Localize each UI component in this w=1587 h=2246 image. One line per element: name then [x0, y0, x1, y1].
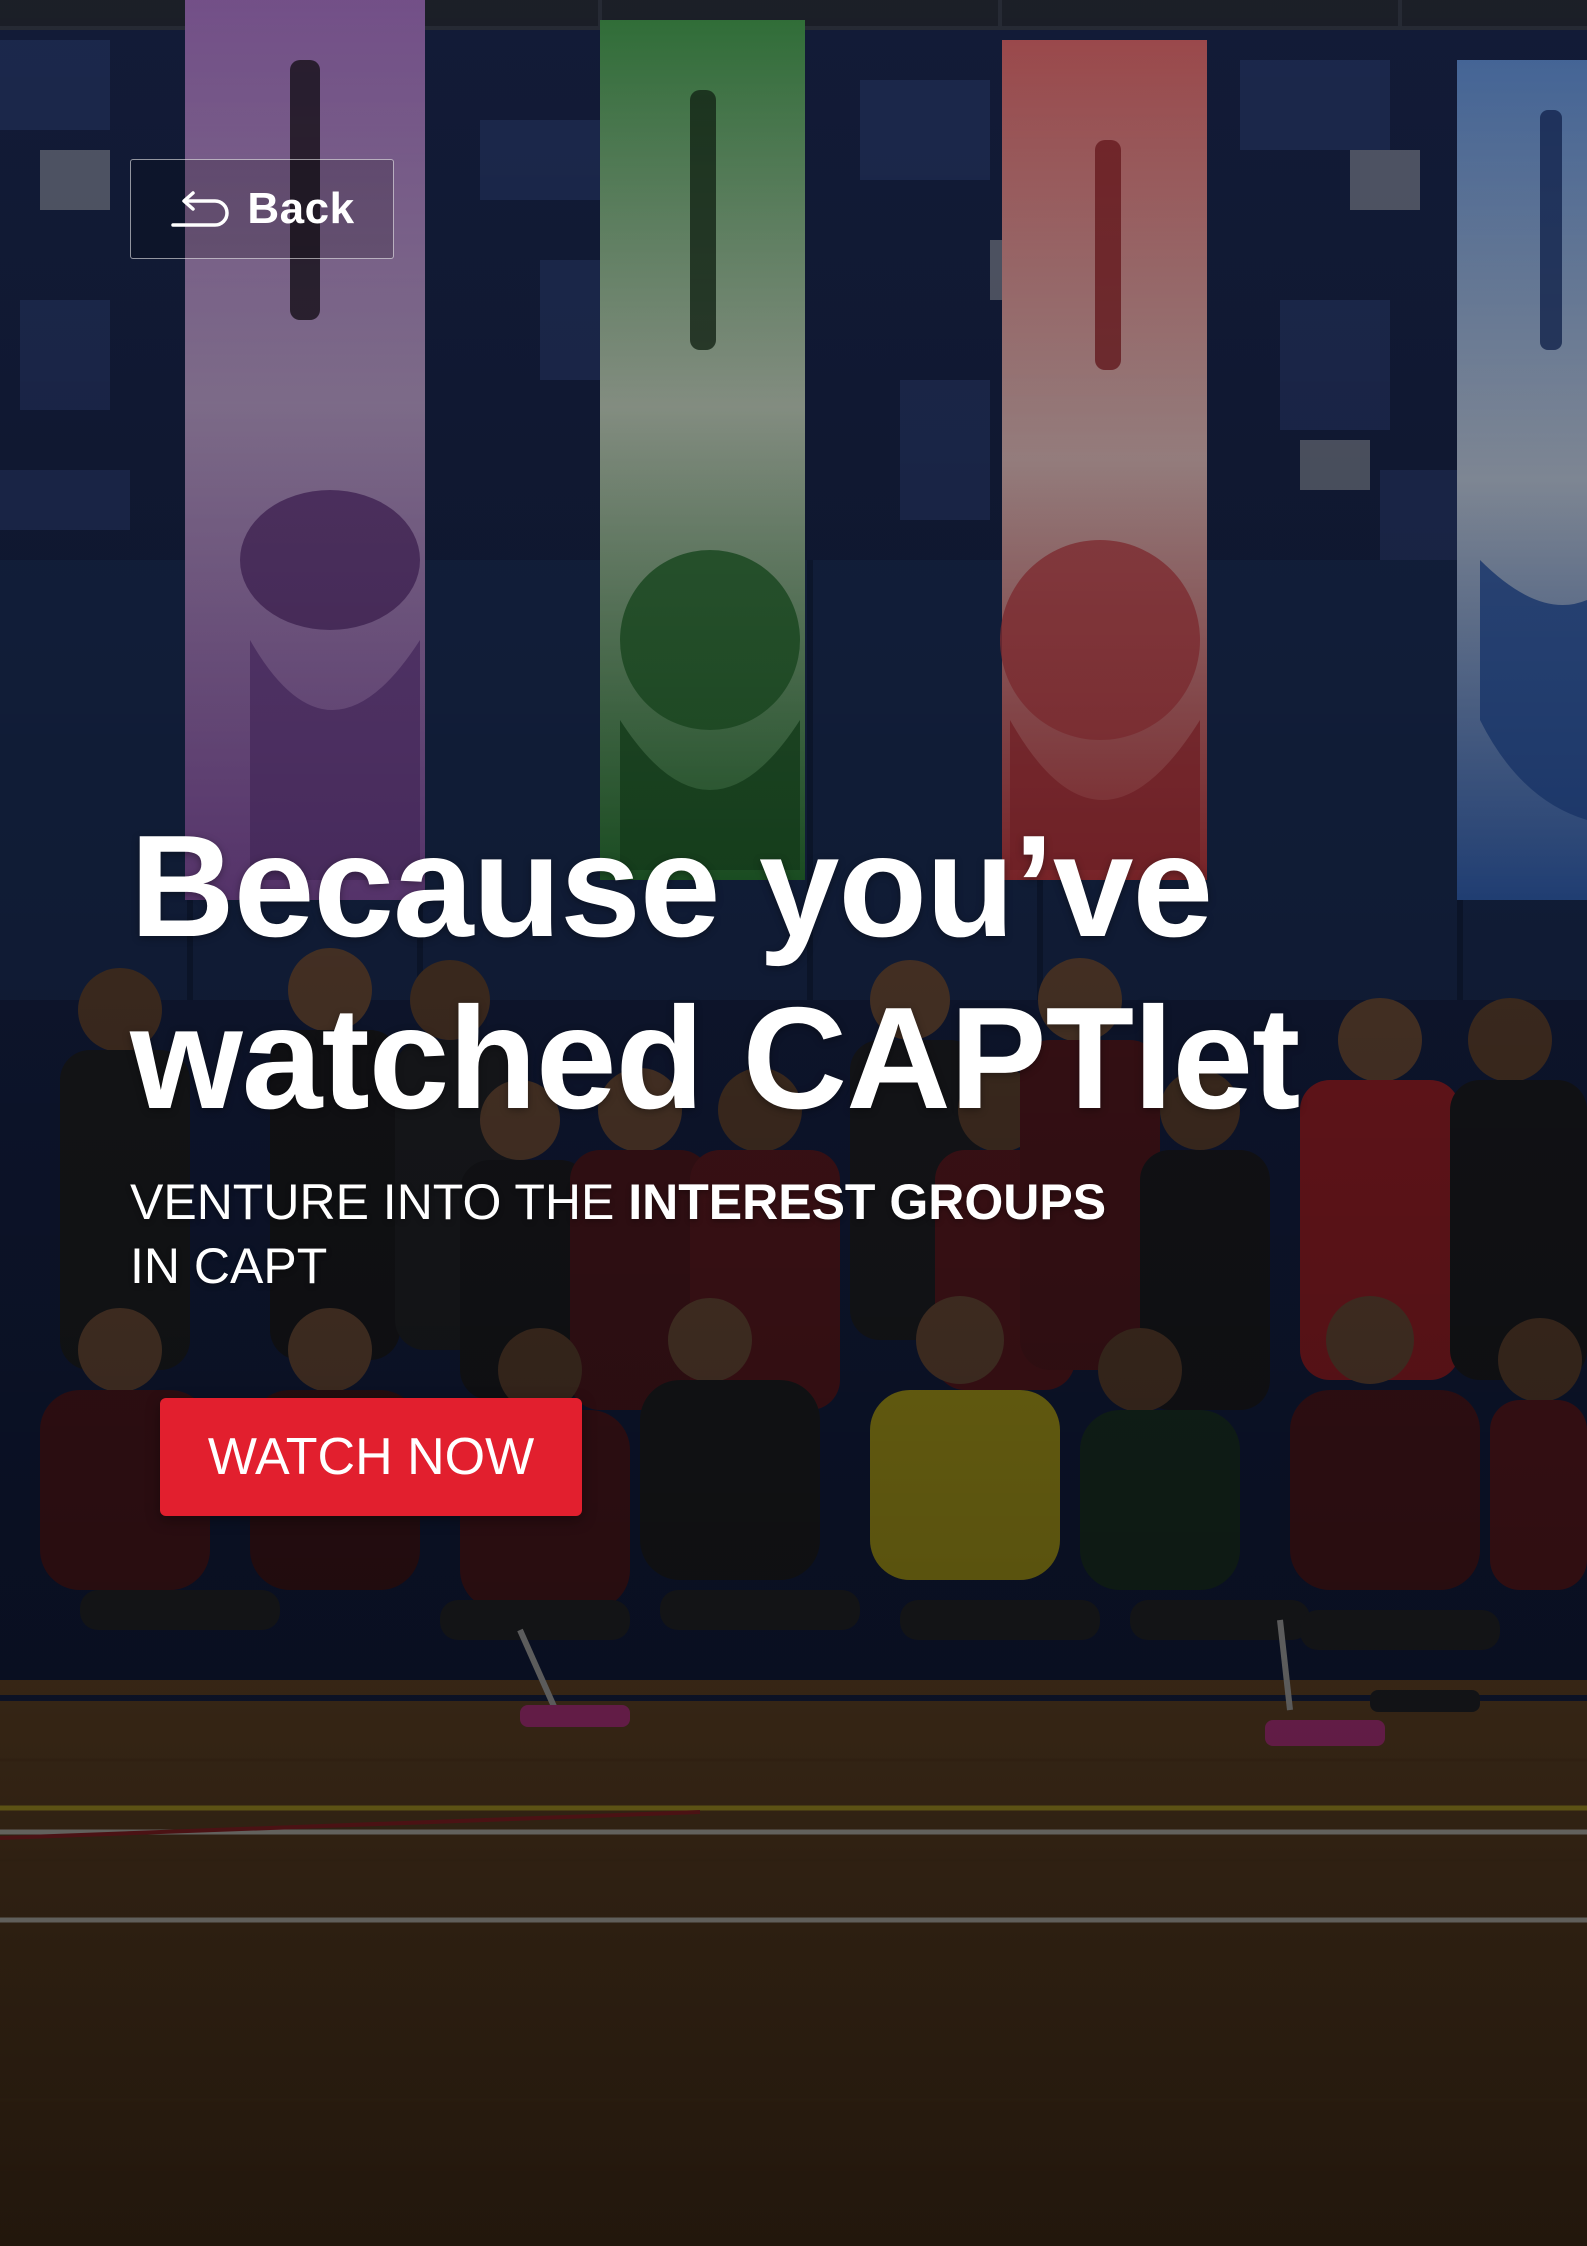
hero-headline-line2: watched CAPTlet [130, 977, 1300, 1139]
subhead-highlight: INTEREST GROUPS [628, 1174, 1107, 1230]
hero-subhead: VENTURE INTO THE INTEREST GROUPS IN CAPT [130, 1170, 1330, 1298]
subhead-text-end: IN CAPT [130, 1238, 328, 1294]
watch-now-button[interactable]: WATCH NOW [160, 1398, 582, 1516]
back-button[interactable]: Back [130, 159, 394, 259]
hero-headline: Because you’ve watched CAPTlet [130, 800, 1530, 1144]
back-button-label: Back [247, 184, 355, 233]
subhead-text-start: VENTURE INTO THE [130, 1174, 629, 1230]
hero-screen: Back Because you’ve watched CAPTlet VENT… [0, 0, 1587, 2246]
undo-arrow-icon [171, 191, 230, 227]
hero-headline-line1: Because you’ve [130, 805, 1213, 967]
